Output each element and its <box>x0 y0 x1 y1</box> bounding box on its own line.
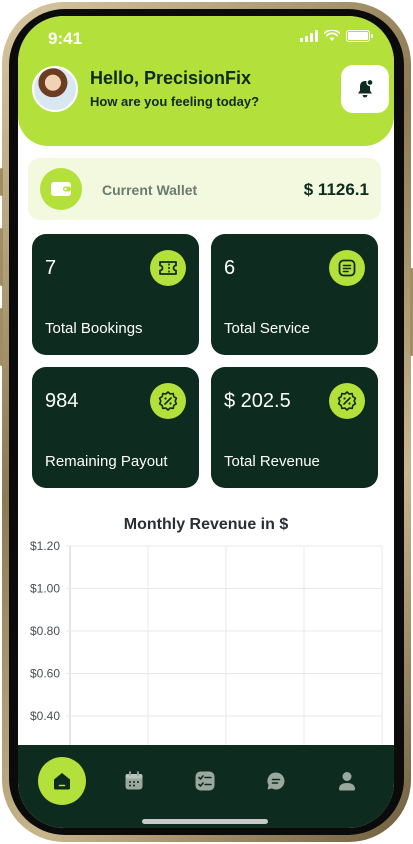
wallet-label: Current Wallet <box>102 182 198 198</box>
greeting-title: Hello, PrecisionFix <box>90 68 252 88</box>
revenue-chart: $1.20 $1.00 $0.80 $0.60 $0.40 <box>30 539 383 746</box>
y-tick-label: $1.00 <box>30 582 60 596</box>
chart-title: Monthly Revenue in $ <box>123 516 289 533</box>
stat-value: 984 <box>45 390 79 412</box>
bell-icon <box>358 78 374 98</box>
profile-icon <box>339 772 355 791</box>
stat-value: $ 202.5 <box>224 390 291 412</box>
chat-icon <box>267 772 285 790</box>
header: 9:41 Hello, PrecisionFix How are you fee… <box>18 16 394 146</box>
stat-label: Total Bookings <box>45 320 143 337</box>
avatar[interactable] <box>32 66 78 112</box>
stat-value: 6 <box>224 257 236 279</box>
ticket-icon <box>150 250 186 286</box>
bottom-nav <box>18 745 394 828</box>
nav-tasks[interactable] <box>181 757 229 805</box>
side-button <box>0 168 3 196</box>
y-tick-label: $0.40 <box>30 709 60 723</box>
home-indicator <box>142 819 268 824</box>
stat-card-total-revenue[interactable]: $ 202.5 Total Revenue <box>211 367 378 488</box>
signal-icon <box>300 30 318 42</box>
greeting-subtitle: How are you feeling today? <box>90 94 260 109</box>
app-screen: 9:41 Hello, PrecisionFix How are you fee… <box>18 16 394 828</box>
stat-card-total-service[interactable]: 6 Total Service <box>211 234 378 355</box>
percent-badge-icon <box>150 383 186 419</box>
y-tick-label: $1.20 <box>30 539 60 553</box>
y-tick-label: $0.60 <box>30 667 60 681</box>
status-time: 9:41 <box>48 29 83 48</box>
wallet-amount: $ 1126.1 <box>303 180 369 199</box>
wallet-card[interactable]: Current Wallet $ 1126.1 <box>28 158 381 220</box>
list-icon <box>329 250 365 286</box>
wifi-icon <box>324 30 340 41</box>
percent-badge-icon <box>329 383 365 419</box>
side-button <box>0 308 3 366</box>
stat-value: 7 <box>45 257 57 279</box>
y-tick-label: $0.80 <box>30 624 60 638</box>
nav-chat[interactable] <box>252 757 300 805</box>
stat-card-remaining-payout[interactable]: 984 Remaining Payout <box>32 367 199 488</box>
nav-calendar[interactable] <box>110 757 158 805</box>
battery-icon <box>346 30 373 42</box>
checklist-icon <box>195 771 215 791</box>
nav-home[interactable] <box>38 757 86 805</box>
home-icon <box>54 773 70 790</box>
stat-label: Remaining Payout <box>45 453 168 470</box>
stat-card-total-bookings[interactable]: 7 Total Bookings <box>32 234 199 355</box>
notification-button[interactable] <box>341 65 389 113</box>
wallet-icon <box>40 168 82 210</box>
nav-profile[interactable] <box>323 757 371 805</box>
side-button <box>0 228 3 286</box>
stat-label: Total Revenue <box>224 453 320 470</box>
stat-label: Total Service <box>224 320 310 337</box>
status-icons <box>300 30 373 42</box>
calendar-icon <box>125 771 143 790</box>
